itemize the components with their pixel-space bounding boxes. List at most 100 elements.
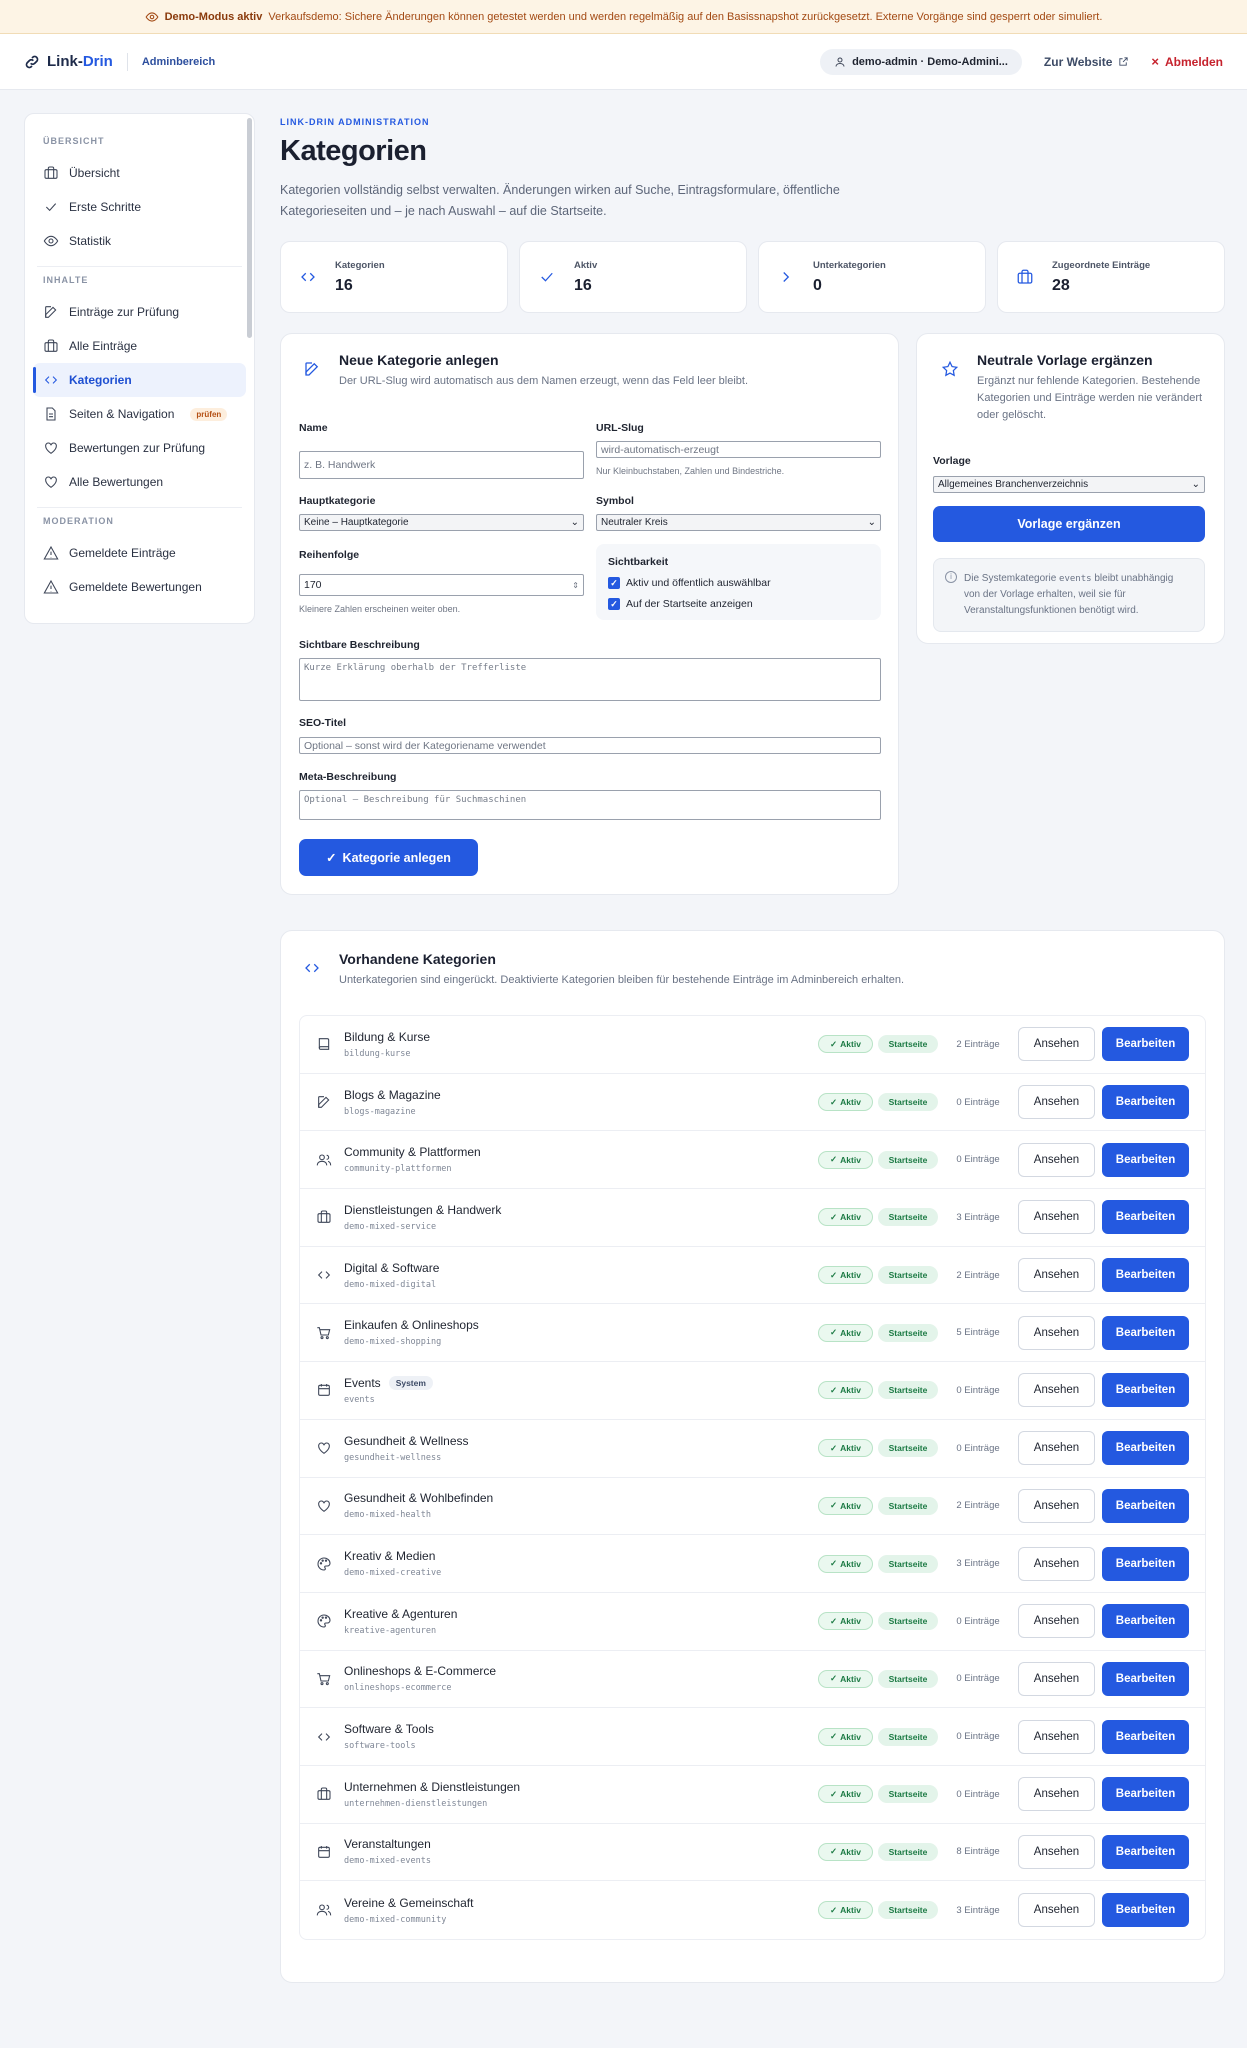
brand-logo[interactable]: Link-Drin bbox=[24, 53, 113, 70]
edit-button[interactable]: Bearbeiten bbox=[1102, 1200, 1189, 1235]
view-button[interactable]: Ansehen bbox=[1018, 1604, 1095, 1639]
meta-description-textarea[interactable]: Optional – Beschreibung für Suchmaschine… bbox=[299, 790, 881, 820]
edit-button[interactable]: Bearbeiten bbox=[1102, 1661, 1189, 1696]
sidebar-item-alle-eintraege[interactable]: Alle Einträge bbox=[33, 329, 246, 363]
edit-button[interactable]: Bearbeiten bbox=[1102, 1834, 1189, 1869]
view-button[interactable]: Ansehen bbox=[1018, 1661, 1095, 1696]
symbol-select[interactable]: Neutraler Kreis ⌄ bbox=[596, 514, 881, 531]
category-slug: demo-mixed-events bbox=[344, 1856, 431, 1867]
view-button[interactable]: Ansehen bbox=[1018, 1488, 1095, 1523]
parent-select-value: Keine – Hauptkategorie bbox=[304, 517, 409, 528]
view-button[interactable]: Ansehen bbox=[1018, 1893, 1095, 1928]
external-link-icon bbox=[1119, 57, 1129, 66]
brand-name-b: Drin bbox=[82, 53, 113, 70]
sidebar-item-kategorien[interactable]: Kategorien bbox=[33, 363, 246, 397]
view-button[interactable]: Ansehen bbox=[1018, 1834, 1095, 1869]
sidebar-item-seiten-navigation[interactable]: Seiten & Navigation prüfen bbox=[33, 397, 246, 431]
logout-button[interactable]: × Abmelden bbox=[1151, 54, 1223, 69]
category-slug: community-plattformen bbox=[344, 1164, 452, 1175]
view-button[interactable]: Ansehen bbox=[1018, 1027, 1095, 1062]
sidebar-item-alle-bewertungen[interactable]: Alle Bewertungen bbox=[33, 465, 246, 499]
create-category-button[interactable]: ✓ Kategorie anlegen bbox=[299, 839, 478, 876]
startpage-badge: Startseite bbox=[878, 1496, 938, 1515]
card-title: Neue Kategorie anlegen bbox=[339, 352, 499, 368]
view-button[interactable]: Ansehen bbox=[1018, 1085, 1095, 1120]
table-row: Community & Plattformen community-plattfo… bbox=[300, 1131, 1205, 1190]
briefcase-icon bbox=[316, 1786, 332, 1802]
website-link[interactable]: Zur Website bbox=[1044, 55, 1129, 69]
edit-button[interactable]: Bearbeiten bbox=[1102, 1373, 1189, 1408]
parent-select[interactable]: Keine – Hauptkategorie ⌄ bbox=[299, 514, 584, 531]
sidebar-item-eintraege-pruefung[interactable]: Einträge zur Prüfung bbox=[33, 295, 246, 329]
order-stepper[interactable]: 170 ⇕ bbox=[299, 574, 584, 596]
edit-button[interactable]: Bearbeiten bbox=[1102, 1027, 1189, 1062]
edit-button[interactable]: Bearbeiten bbox=[1102, 1546, 1189, 1581]
sidebar-item-erste-schritte[interactable]: Erste Schritte bbox=[33, 190, 246, 224]
status-badge-label: Aktiv bbox=[840, 1097, 861, 1108]
view-button[interactable]: Ansehen bbox=[1018, 1200, 1095, 1235]
view-button[interactable]: Ansehen bbox=[1018, 1546, 1095, 1581]
view-button[interactable]: Ansehen bbox=[1018, 1258, 1095, 1293]
page-eyebrow: LINK-DRIN ADMINISTRATION bbox=[280, 117, 430, 127]
entry-count: 2 Einträge bbox=[956, 1500, 1000, 1512]
status-badge-label: Aktiv bbox=[840, 1500, 861, 1511]
startpage-checkbox-label: Auf der Startseite anzeigen bbox=[626, 598, 753, 610]
view-button[interactable]: Ansehen bbox=[1018, 1142, 1095, 1177]
edit-button[interactable]: Bearbeiten bbox=[1102, 1777, 1189, 1812]
user-menu[interactable]: demo-admin · Demo-Admini... bbox=[820, 48, 1022, 75]
check-icon bbox=[43, 199, 59, 215]
topbar: Link-Drin Adminbereich demo-admin · Demo… bbox=[0, 34, 1247, 90]
startpage-checkbox[interactable]: ✓ Auf der Startseite anzeigen bbox=[608, 598, 753, 610]
sidebar-heading: ÜBERSICHT bbox=[43, 136, 105, 146]
sidebar-divider bbox=[37, 266, 242, 267]
edit-button[interactable]: Bearbeiten bbox=[1102, 1604, 1189, 1639]
startpage-badge: Startseite bbox=[878, 1150, 938, 1169]
sidebar-item-gemeldete-bewertungen[interactable]: Gemeldete Bewertungen bbox=[33, 570, 246, 604]
name-input[interactable]: z. B. Handwerk bbox=[299, 451, 584, 479]
table-row: Events System events ✓ Aktiv Startseite 0 Eint… bbox=[300, 1362, 1205, 1420]
view-button[interactable]: Ansehen bbox=[1018, 1431, 1095, 1466]
sidebar-item-uebersicht[interactable]: Übersicht bbox=[33, 156, 246, 190]
stepper-arrows-icon[interactable]: ⇕ bbox=[572, 581, 579, 590]
card-title: Neutrale Vorlage ergänzen bbox=[977, 352, 1153, 368]
startpage-badge: Startseite bbox=[878, 1439, 938, 1458]
new-category-card: Neue Kategorie anlegen Der URL-Slug wird… bbox=[280, 333, 899, 895]
edit-button[interactable]: Bearbeiten bbox=[1102, 1488, 1189, 1523]
entry-count: 0 Einträge bbox=[956, 1384, 1000, 1396]
sidebar-divider bbox=[37, 507, 242, 508]
description-textarea[interactable]: Kurze Erklärung oberhalb der Trefferlist… bbox=[299, 658, 881, 701]
template-select[interactable]: Allgemeines Branchenverzeichnis ⌄ bbox=[933, 476, 1205, 493]
status-badge: ✓ Aktiv bbox=[818, 1669, 873, 1688]
sidebar-item-bewertungen-pruefung[interactable]: Bewertungen zur Prüfung bbox=[33, 431, 246, 465]
table-row: Software & Tools software-tools ✓ Aktiv Star… bbox=[300, 1708, 1205, 1766]
view-button[interactable]: Ansehen bbox=[1018, 1719, 1095, 1754]
sidebar-item-gemeldete-eintraege[interactable]: Gemeldete Einträge bbox=[33, 536, 246, 570]
sidebar-scrollbar[interactable] bbox=[247, 118, 252, 338]
edit-button[interactable]: Bearbeiten bbox=[1102, 1142, 1189, 1177]
view-button[interactable]: Ansehen bbox=[1018, 1315, 1095, 1350]
status-badge: ✓ Aktiv bbox=[818, 1035, 873, 1054]
document-icon bbox=[43, 406, 59, 422]
chevron-down-icon: ⌄ bbox=[570, 517, 579, 528]
status-badge: ✓ Aktiv bbox=[818, 1901, 873, 1920]
apply-template-button[interactable]: Vorlage ergänzen bbox=[933, 506, 1205, 542]
sidebar-item-statistik[interactable]: Statistik bbox=[33, 224, 246, 258]
briefcase-icon bbox=[1016, 268, 1034, 286]
view-button[interactable]: Ansehen bbox=[1018, 1373, 1095, 1408]
seo-title-input[interactable]: Optional – sonst wird der Kategoriename … bbox=[299, 737, 881, 754]
edit-button[interactable]: Bearbeiten bbox=[1102, 1431, 1189, 1466]
edit-button[interactable]: Bearbeiten bbox=[1102, 1719, 1189, 1754]
category-list-card: Vorhandene Kategorien Unterkategorien si… bbox=[280, 930, 1225, 1983]
check-icon: ✓ bbox=[830, 1500, 838, 1511]
view-button[interactable]: Ansehen bbox=[1018, 1777, 1095, 1812]
edit-button[interactable]: Bearbeiten bbox=[1102, 1893, 1189, 1928]
sidebar-item-label: Seiten & Navigation bbox=[69, 407, 175, 421]
category-slug: demo-mixed-creative bbox=[344, 1568, 442, 1579]
parent-label: Hauptkategorie bbox=[299, 495, 376, 507]
slug-input[interactable]: wird-automatisch-erzeugt bbox=[596, 441, 881, 458]
edit-button[interactable]: Bearbeiten bbox=[1102, 1085, 1189, 1120]
code-icon bbox=[43, 372, 59, 388]
edit-button[interactable]: Bearbeiten bbox=[1102, 1315, 1189, 1350]
active-checkbox[interactable]: ✓ Aktiv und öffentlich auswählbar bbox=[608, 577, 771, 589]
edit-button[interactable]: Bearbeiten bbox=[1102, 1258, 1189, 1293]
